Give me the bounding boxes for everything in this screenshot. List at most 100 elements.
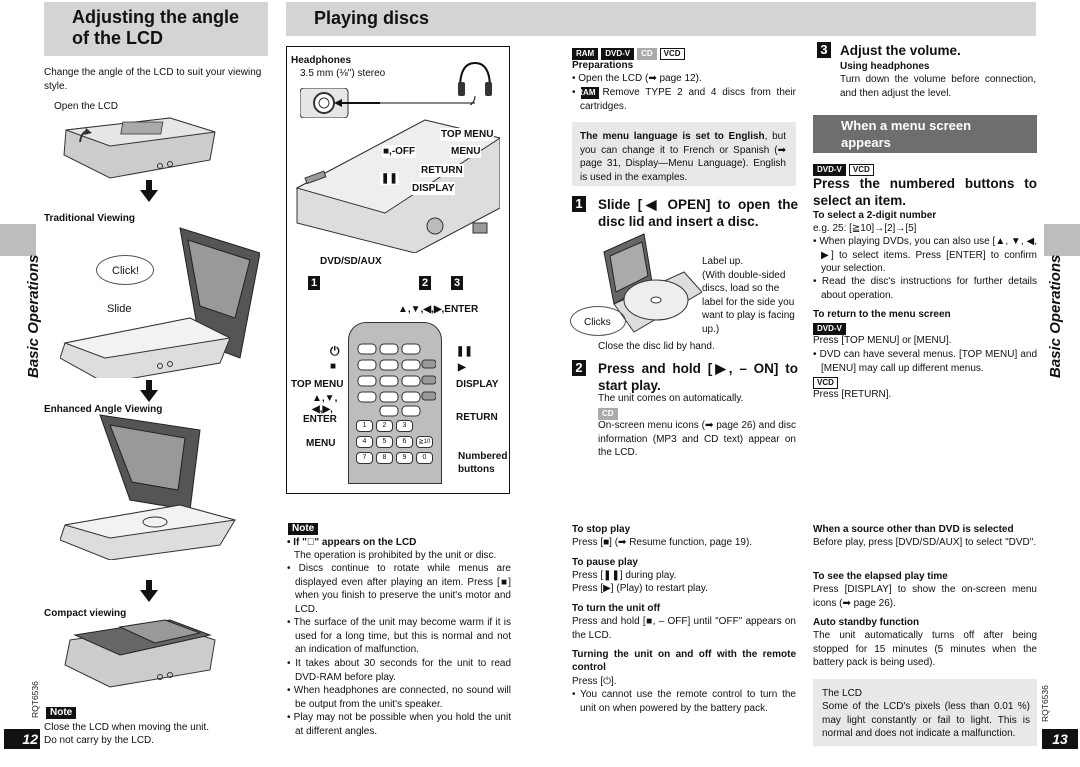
pause-play-text-1: Press [❚❚] during play. (572, 570, 677, 581)
return-dvd-text: Press [TOP MENU] or [MENU]. (813, 335, 952, 346)
source-title: When a source other than DVD is selected (813, 524, 1014, 535)
remote-key: 4 (356, 436, 373, 448)
closed-unit-illustration (63, 117, 216, 179)
stop-play-title: To stop play (572, 524, 631, 535)
headphones-volume-text: Turn down the volume before connection, … (840, 74, 1036, 99)
pause-play-title: To pause play (572, 557, 638, 568)
step-3: 3 Adjust the volume. (817, 42, 1037, 59)
label-top-menu: TOP MENU (440, 128, 495, 142)
callout-1: 1 (308, 276, 320, 290)
left-doc-code: RQT6536 (30, 681, 40, 718)
label-display: DISPLAY (411, 182, 456, 196)
left-intro: Change the angle of the LCD to suit your… (44, 67, 262, 92)
right-doc-code: RQT6536 (1040, 685, 1050, 722)
callout-3: 3 (451, 276, 463, 290)
elapsed-text: Press [DISPLAY] to show the on-screen me… (813, 584, 1037, 609)
remote-on-off-text: Press [⏻]. (572, 676, 617, 687)
elapsed-title: To see the elapsed play time (813, 571, 948, 582)
two-digit-example: e.g. 25: [≧10]→[2]→[5] (813, 223, 917, 234)
return-menu-title: To return to the menu screen (813, 309, 951, 320)
tag-ram: RAM (577, 87, 600, 99)
step-1-title: Slide [◀ OPEN] to open the disc lid and … (598, 197, 798, 229)
left-note-line2: Do not carry by the LCD. (44, 735, 155, 746)
label-return: RETURN (420, 164, 464, 178)
remote-key: ≧10 (416, 436, 433, 448)
enhanced-viewing-illustration (60, 414, 236, 560)
callout-2: 2 (419, 276, 431, 290)
standby-text: The unit automatically turns off after b… (813, 630, 1037, 668)
label-stop-off: ■,-OFF (382, 145, 417, 159)
step-2-text: The unit comes on automatically. (598, 393, 744, 404)
close-lid-text: Close the disc lid by hand. (598, 341, 715, 352)
headphones-title: Headphones (291, 55, 352, 66)
remote-key: 9 (396, 452, 413, 464)
note-label: Note (288, 523, 319, 535)
label-pause: ❚❚ (380, 172, 399, 186)
menu-screen-banner: When a menu screen appears (813, 115, 1037, 153)
prep-item-1: • Open the LCD (➡ page 12). (572, 73, 702, 84)
left-page-title: Adjusting the angle of the LCD (72, 7, 240, 48)
slide-label: Slide (107, 303, 132, 315)
compact-viewing-illustration (64, 619, 216, 688)
source-text: Before play, press [DVD/SD/AUX] to selec… (813, 537, 1037, 548)
remote-key: 6 (396, 436, 413, 448)
headphones-spec: 3.5 mm (⅛") stereo (300, 68, 386, 79)
remote-key: 5 (376, 436, 393, 448)
remote-label-menu: MENU (306, 438, 336, 449)
note-item-4: • It takes about 30 seconds for the unit… (287, 658, 512, 683)
numbered-buttons-title: Press the numbered buttons to select an … (813, 176, 1037, 208)
remote-key: 8 (376, 452, 393, 464)
prep-item-2: • RAM Remove TYPE 2 and 4 discs from thei… (572, 87, 796, 112)
two-digit-title: To select a 2-digit number (813, 210, 937, 221)
right-side-tab (1044, 224, 1080, 256)
step-3-title: Adjust the volume. (840, 43, 961, 58)
headphone-jack-illustration (300, 88, 475, 118)
remote-key: 3 (396, 420, 413, 432)
remote-label-top-menu: TOP MENU (291, 379, 344, 390)
remote-keypad: 1 2 3 4 5 6 ≧10 7 8 9 0 (356, 420, 436, 482)
return-bullet: • DVD can have several menus. [TOP MENU]… (813, 349, 1038, 374)
traditional-viewing-illustration (60, 227, 260, 378)
left-note-line1: Close the LCD when moving the unit. (44, 722, 210, 733)
menu-bullet-1: • When playing DVDs, you can also use [▲… (813, 236, 1038, 274)
using-headphones-title: Using headphones (840, 61, 930, 72)
remote-key: 1 (356, 420, 373, 432)
step-2: 2 Press and hold [▶, – ON] to start play… (572, 360, 798, 394)
note-item-3: • The surface of the unit may become war… (287, 617, 511, 655)
right-page-title: Playing discs (314, 8, 430, 28)
note-item-2: • Discs continue to rotate while menus a… (287, 563, 511, 615)
left-note-label: Note (46, 707, 77, 719)
down-arrow-icon (140, 580, 158, 602)
remote-on-off-title: Turning the unit on and off with the rem… (572, 649, 796, 674)
pause-play-text-2: Press [▶] (Play) to restart play. (572, 583, 708, 594)
remote-label-numbered-2: buttons (458, 464, 495, 475)
menu-bullet-2: • Read the disc's instructions for furth… (813, 276, 1037, 301)
remote-label-numbered-1: Numbered (458, 451, 508, 462)
turn-off-text: Press and hold [■, – OFF] until "OFF" ap… (572, 616, 796, 641)
note-item-5: • When headphones are connected, no soun… (287, 685, 512, 710)
remote-label-stop: ■ (330, 361, 337, 372)
menu-language-text: The menu language is set to English, but… (580, 131, 786, 183)
tag-vcd: VCD (659, 48, 685, 60)
left-page-number: 12 (4, 729, 40, 749)
label-up-text: Label up. (With double-sided discs, load… (702, 256, 795, 335)
clicks-label: Clicks (584, 317, 611, 328)
return-vcd-text: Press [RETURN]. (813, 389, 892, 400)
down-arrow-icon (140, 380, 158, 402)
click-label: Click! (112, 265, 139, 277)
standby-title: Auto standby function (813, 617, 920, 628)
remote-label-play: ▶ (458, 362, 466, 373)
preparations-title: Preparations (572, 60, 634, 71)
left-side-label: Basic Operations (25, 254, 42, 378)
remote-label-pause: ❚❚ (456, 346, 473, 357)
remote-on-off-bullet: • You cannot use the remote control to t… (572, 689, 796, 714)
remote-key: 0 (416, 452, 433, 464)
label-menu: MENU (450, 145, 482, 159)
remote-key: 2 (376, 420, 393, 432)
note-item-1-title: • If "⃠" appears on the LCD (287, 537, 417, 548)
tag-cd: CD (637, 48, 657, 60)
remote-key: 7 (356, 452, 373, 464)
right-page-number: 13 (1042, 729, 1078, 749)
remote-label-return: RETURN (456, 412, 498, 423)
lcd-info-text: Some of the LCD's pixels (less than 0.01… (822, 701, 1030, 739)
